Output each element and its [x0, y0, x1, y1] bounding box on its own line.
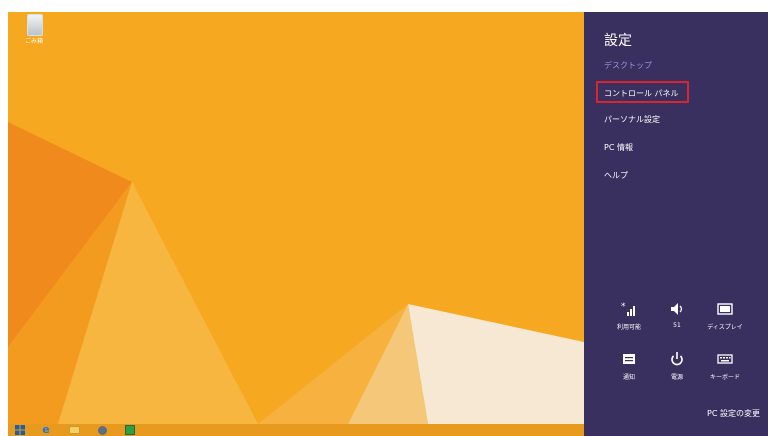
power-label: 電源	[670, 374, 683, 381]
volume-label: 51	[673, 322, 681, 329]
notifications-icon	[623, 354, 635, 364]
file-explorer-button[interactable]	[66, 424, 82, 436]
internet-explorer-button[interactable]: e	[38, 424, 54, 436]
volume-tile[interactable]: 51	[652, 300, 702, 329]
folder-icon	[68, 426, 80, 434]
keyboard-tile[interactable]: キーボード	[700, 350, 750, 381]
display-icon	[717, 303, 733, 315]
power-tile[interactable]: 電源	[652, 350, 702, 381]
desktop[interactable]: ごみ箱 e	[8, 12, 584, 436]
change-pc-settings-link[interactable]: PC 設定の変更	[707, 408, 760, 419]
power-icon	[671, 352, 683, 366]
charm-item-help[interactable]: ヘルプ	[604, 170, 628, 181]
recycle-bin[interactable]: ごみ箱	[20, 14, 48, 48]
volume-icon	[671, 303, 683, 315]
settings-charm-panel: 設定 デスクトップ コントロール パネル パーソナル設定 PC 情報 ヘルプ *…	[584, 12, 768, 436]
display-label: ディスプレイ	[707, 324, 743, 331]
screen: ごみ箱 e 設定 デスクトップ コントロール パネル パーソナル設定 PC 情報…	[8, 12, 768, 436]
keyboard-icon	[717, 354, 733, 364]
windows-logo-icon	[15, 425, 25, 435]
taskbar: e	[8, 424, 584, 436]
network-label: 利用可能	[616, 324, 641, 331]
recycle-bin-icon	[27, 14, 43, 36]
internet-explorer-icon: e	[42, 423, 50, 436]
network-tile[interactable]: * 利用可能	[604, 300, 654, 331]
media-player-button[interactable]	[94, 424, 110, 436]
charm-item-desktop[interactable]: デスクトップ	[604, 60, 652, 71]
wallpaper	[8, 12, 584, 436]
charm-item-pc-info[interactable]: PC 情報	[604, 142, 633, 153]
recycle-bin-label: ごみ箱	[24, 38, 43, 45]
charm-item-personalization[interactable]: パーソナル設定	[604, 114, 660, 125]
notifications-tile[interactable]: 通知	[604, 350, 654, 381]
media-player-icon	[97, 425, 107, 435]
store-button[interactable]	[122, 424, 138, 436]
store-icon	[125, 425, 135, 435]
notifications-label: 通知	[622, 374, 635, 381]
charm-item-control-panel[interactable]: コントロール パネル	[604, 88, 679, 99]
svg-text:*: *	[621, 302, 626, 312]
keyboard-label: キーボード	[709, 374, 740, 381]
display-tile[interactable]: ディスプレイ	[700, 300, 750, 331]
start-button[interactable]	[12, 424, 28, 436]
charm-title: 設定	[604, 33, 632, 49]
network-icon: *	[621, 302, 635, 316]
